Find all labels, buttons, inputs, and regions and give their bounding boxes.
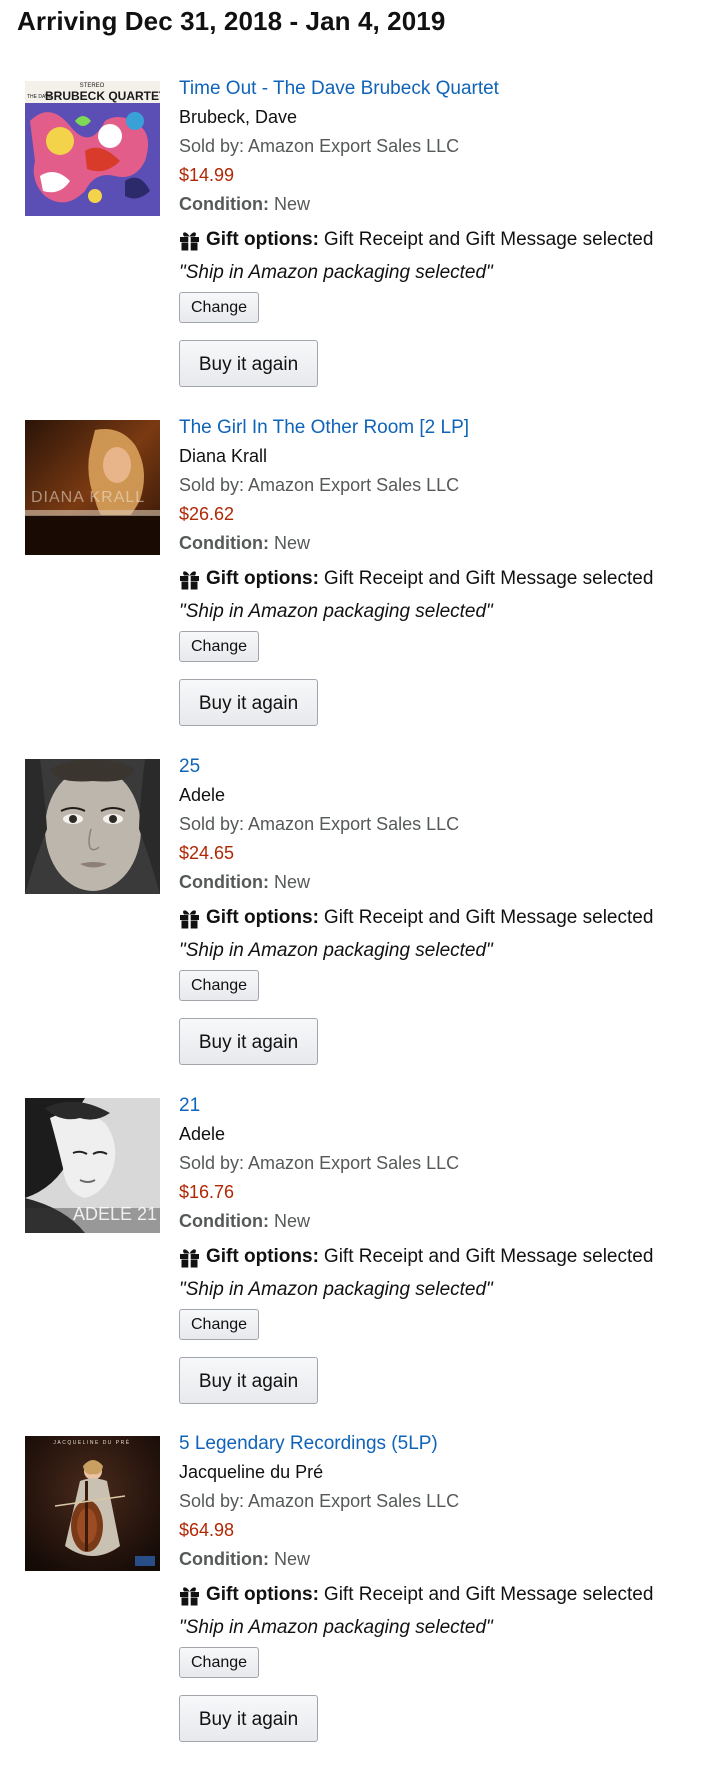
product-image[interactable]: ADELE 21 [25,1098,160,1233]
gift-icon [180,571,199,590]
item-condition: Condition: New [179,529,709,558]
album-cover-21: ADELE 21 [25,1098,160,1233]
gift-options-value: Gift Receipt and Gift Message selected [323,907,654,928]
gift-options: Gift options: Gift Receipt and Gift Mess… [179,1580,709,1610]
change-button[interactable]: Change [179,970,260,1001]
product-title-link[interactable]: 21 [179,1091,709,1120]
change-button[interactable]: Change [179,631,260,662]
album-cover-du-pre: JACQUELINE DU PRÉ [25,1436,160,1571]
item-price: $24.65 [179,843,235,863]
order-item: 25 Adele Sold by: Amazon Export Sales LL… [0,756,717,1097]
cover-text: ADELE 21 [73,1204,157,1224]
gift-icon [180,232,199,251]
buy-it-again-button[interactable]: Buy it again [179,1018,318,1065]
condition-label: Condition: [179,194,269,214]
order-item: DIANA KRALL The Girl In The Other Room [… [0,417,717,758]
buy-it-again-button[interactable]: Buy it again [179,1695,318,1742]
order-item: STEREO THE DAVE BRUBECK QUARTET Time Out… [0,78,717,419]
change-button[interactable]: Change [179,1647,260,1678]
seller-info: Sold by: Amazon Export Sales LLC [179,1153,460,1173]
item-condition: Condition: New [179,190,709,219]
order-item: JACQUELINE DU PRÉ 5 Legendary Recordings… [0,1433,717,1774]
artist-name: Jacqueline du Pré [179,1462,324,1482]
page-heading: Arriving Dec 31, 2018 - Jan 4, 2019 [17,6,446,36]
artist-name: Brubeck, Dave [179,107,298,127]
item-condition: Condition: New [179,868,709,897]
item-price: $26.62 [179,504,235,524]
condition-value: New [273,1549,310,1569]
condition-label: Condition: [179,533,269,553]
gift-options-value: Gift Receipt and Gift Message selected [323,1584,654,1605]
gift-options: Gift options: Gift Receipt and Gift Mess… [179,1242,709,1272]
seller-info: Sold by: Amazon Export Sales LLC [179,475,460,495]
gift-options-value: Gift Receipt and Gift Message selected [323,568,654,589]
artist-name: Adele [179,1124,226,1144]
order-item: ADELE 21 21 Adele Sold by: Amazon Export… [0,1095,717,1436]
product-image[interactable]: DIANA KRALL [25,420,160,555]
gift-options-label: Gift options: [206,907,319,928]
condition-value: New [273,872,310,892]
product-title-link[interactable]: 5 Legendary Recordings (5LP) [179,1429,709,1458]
item-price: $16.76 [179,1182,235,1202]
ship-packaging-note: "Ship in Amazon packaging selected" [179,1279,493,1300]
ship-packaging-note: "Ship in Amazon packaging selected" [179,1617,493,1638]
item-details: The Girl In The Other Room [2 LP] Diana … [179,417,709,726]
gift-icon [180,1587,199,1606]
product-image[interactable] [25,759,160,894]
item-price: $64.98 [179,1520,235,1540]
gift-options-label: Gift options: [206,1246,319,1267]
buy-it-again-button[interactable]: Buy it again [179,679,318,726]
product-image[interactable]: JACQUELINE DU PRÉ [25,1436,160,1571]
item-price: $14.99 [179,165,235,185]
product-title-link[interactable]: 25 [179,752,709,781]
gift-options: Gift options: Gift Receipt and Gift Mess… [179,564,709,594]
item-details: 21 Adele Sold by: Amazon Export Sales LL… [179,1095,709,1404]
cover-text: BRUBECK QUARTET [45,89,160,103]
album-cover-girl-other-room: DIANA KRALL [25,420,160,555]
condition-value: New [273,1211,310,1231]
cover-text: DIANA KRALL [31,489,145,506]
ship-packaging-note: "Ship in Amazon packaging selected" [179,601,493,622]
gift-icon [180,1249,199,1268]
buy-it-again-button[interactable]: Buy it again [179,340,318,387]
change-button[interactable]: Change [179,292,260,323]
buy-it-again-button[interactable]: Buy it again [179,1357,318,1404]
seller-info: Sold by: Amazon Export Sales LLC [179,814,460,834]
gift-options-label: Gift options: [206,1584,319,1605]
item-details: 25 Adele Sold by: Amazon Export Sales LL… [179,756,709,1065]
item-condition: Condition: New [179,1207,709,1236]
condition-value: New [273,533,310,553]
item-condition: Condition: New [179,1545,709,1574]
artist-name: Adele [179,785,226,805]
condition-value: New [273,194,310,214]
product-title-link[interactable]: The Girl In The Other Room [2 LP] [179,413,709,442]
gift-options-label: Gift options: [206,568,319,589]
gift-icon [180,910,199,929]
ship-packaging-note: "Ship in Amazon packaging selected" [179,262,493,283]
condition-label: Condition: [179,1549,269,1569]
seller-info: Sold by: Amazon Export Sales LLC [179,1491,460,1511]
item-details: 5 Legendary Recordings (5LP) Jacqueline … [179,1433,709,1742]
ship-packaging-note: "Ship in Amazon packaging selected" [179,940,493,961]
gift-options: Gift options: Gift Receipt and Gift Mess… [179,903,709,933]
gift-options-value: Gift Receipt and Gift Message selected [323,229,654,250]
product-title-link[interactable]: Time Out - The Dave Brubeck Quartet [179,74,709,103]
album-cover-time-out: STEREO THE DAVE BRUBECK QUARTET [25,81,160,216]
item-details: Time Out - The Dave Brubeck Quartet Brub… [179,78,709,387]
condition-label: Condition: [179,872,269,892]
product-image[interactable]: STEREO THE DAVE BRUBECK QUARTET [25,81,160,216]
seller-info: Sold by: Amazon Export Sales LLC [179,136,460,156]
gift-options-value: Gift Receipt and Gift Message selected [323,1246,654,1267]
artist-name: Diana Krall [179,446,268,466]
cover-text: JACQUELINE DU PRÉ [53,1439,130,1446]
change-button[interactable]: Change [179,1309,260,1340]
condition-label: Condition: [179,1211,269,1231]
gift-options-label: Gift options: [206,229,319,250]
gift-options: Gift options: Gift Receipt and Gift Mess… [179,225,709,255]
album-cover-25 [25,759,160,894]
